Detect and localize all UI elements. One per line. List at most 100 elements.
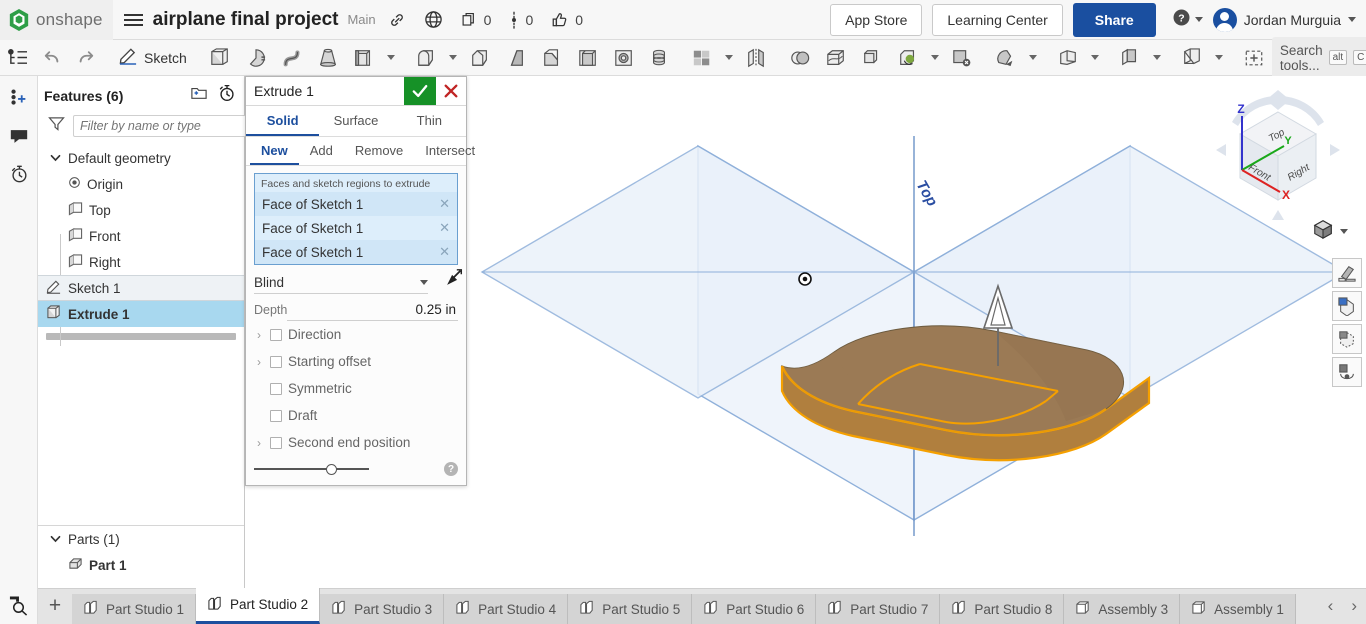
tab-solid[interactable]: Solid <box>246 106 320 136</box>
tree-node-part-1[interactable]: Part 1 <box>38 552 244 578</box>
comments-icon[interactable] <box>4 122 34 150</box>
tree-node-default-geometry[interactable]: Default geometry <box>38 145 244 171</box>
starting-offset-checkbox[interactable] <box>270 355 282 368</box>
chevron-down-icon[interactable] <box>48 154 62 162</box>
chevron-right-icon[interactable]: › <box>254 436 264 450</box>
option-direction[interactable]: › Direction <box>254 321 458 348</box>
extrude-icon[interactable] <box>202 41 238 75</box>
variable-icon[interactable] <box>1236 41 1272 75</box>
sheet-metal-icon[interactable] <box>1112 41 1148 75</box>
symmetric-checkbox[interactable] <box>270 382 282 395</box>
chevron-down-icon[interactable] <box>1152 55 1161 60</box>
rollback-timer-icon[interactable] <box>218 84 236 107</box>
delete-part-icon[interactable] <box>854 41 890 75</box>
remove-x-icon[interactable]: ✕ <box>436 220 453 236</box>
mirror-icon[interactable] <box>738 41 774 75</box>
tab-remove[interactable]: Remove <box>344 137 414 165</box>
help-icon[interactable]: ? <box>444 462 458 476</box>
flip-direction-icon[interactable] <box>446 268 464 291</box>
tab-part-studio-5[interactable]: Part Studio 5 <box>568 594 693 624</box>
tab-part-studio-4[interactable]: Part Studio 4 <box>444 594 569 624</box>
app-store-button[interactable]: App Store <box>830 3 923 36</box>
tree-node-top-plane[interactable]: Top <box>38 197 244 223</box>
chevron-down-icon[interactable] <box>448 55 457 60</box>
selection-list[interactable]: Faces and sketch regions to extrude Face… <box>254 173 458 265</box>
split-icon[interactable] <box>818 41 854 75</box>
link-icon[interactable] <box>388 11 406 29</box>
help-menu[interactable]: ? <box>1172 8 1203 32</box>
search-tools-input[interactable]: Search tools... alt C <box>1271 36 1366 79</box>
slider-knob[interactable] <box>326 464 337 475</box>
chevron-right-icon[interactable]: › <box>254 355 264 369</box>
undo-arrow-icon[interactable] <box>35 41 69 75</box>
cylinder-primitive-icon[interactable] <box>642 41 676 75</box>
measure-cube-icon[interactable] <box>1332 291 1362 321</box>
sweep-icon[interactable] <box>274 41 310 75</box>
rib-icon[interactable] <box>534 41 570 75</box>
tree-node-origin[interactable]: Origin <box>38 171 244 197</box>
chevron-left-icon[interactable]: ‹ <box>1319 596 1343 616</box>
chevron-down-icon[interactable] <box>48 535 62 543</box>
history-icon[interactable] <box>4 160 34 188</box>
chevron-down-icon[interactable] <box>1028 55 1037 60</box>
tab-assembly-3[interactable]: Assembly 3 <box>1064 594 1181 624</box>
boolean-icon[interactable] <box>782 41 818 75</box>
fillet-icon[interactable] <box>408 41 444 75</box>
second-end-position-checkbox[interactable] <box>270 436 282 449</box>
tab-part-studio-2[interactable]: Part Studio 2 <box>196 588 321 624</box>
draft-checkbox[interactable] <box>270 409 282 422</box>
section-view-icon[interactable] <box>1332 324 1362 354</box>
copies-stat[interactable]: 0 <box>461 11 491 28</box>
thicken-icon[interactable] <box>346 41 382 75</box>
tab-part-studio-6[interactable]: Part Studio 6 <box>692 594 817 624</box>
chamfer-icon[interactable] <box>462 41 498 75</box>
globe-icon[interactable] <box>424 10 443 29</box>
selection-item[interactable]: Face of Sketch 1 ✕ <box>255 216 457 240</box>
confirm-button[interactable] <box>404 77 436 105</box>
tab-part-studio-8[interactable]: Part Studio 8 <box>940 594 1065 624</box>
revolve-icon[interactable] <box>238 41 274 75</box>
replace-face-icon[interactable] <box>1050 41 1086 75</box>
move-face-icon[interactable] <box>988 41 1024 75</box>
chevron-down-icon[interactable] <box>1214 55 1223 60</box>
shell-icon[interactable] <box>570 41 606 75</box>
chevron-down-icon[interactable] <box>386 55 395 60</box>
render-icon[interactable] <box>1332 258 1362 288</box>
remove-x-icon[interactable]: ✕ <box>436 244 453 260</box>
chevron-down-icon[interactable] <box>724 55 733 60</box>
option-symmetric[interactable]: Symmetric <box>254 375 458 402</box>
share-button[interactable]: Share <box>1072 2 1156 37</box>
option-second-end-position[interactable]: › Second end position <box>254 429 458 456</box>
new-folder-icon[interactable] <box>190 85 208 106</box>
tab-surface[interactable]: Surface <box>319 106 392 136</box>
brand[interactable]: onshape <box>0 0 113 40</box>
user-menu[interactable]: Jordan Murguia <box>1212 7 1356 32</box>
feature-filter-input[interactable] <box>73 115 250 137</box>
draft-icon[interactable] <box>498 41 534 75</box>
redo-arrow-icon[interactable] <box>69 41 103 75</box>
versions-stat[interactable]: 0 <box>509 11 533 29</box>
direction-checkbox[interactable] <box>270 328 282 341</box>
selection-item[interactable]: Face of Sketch 1 ✕ <box>255 192 457 216</box>
tree-node-right-plane[interactable]: Right <box>38 249 244 275</box>
add-collaborator-icon[interactable] <box>4 84 34 112</box>
chevron-down-icon[interactable] <box>1090 55 1099 60</box>
hamburger-menu-icon[interactable] <box>119 13 149 26</box>
mass-properties-icon[interactable] <box>1332 357 1362 387</box>
tree-node-parts[interactable]: Parts (1) <box>38 526 244 552</box>
feature-tree-scrollbar[interactable] <box>46 333 236 340</box>
depth-field-row[interactable]: Depth 0.25 in <box>254 302 458 321</box>
pattern-icon[interactable] <box>684 41 720 75</box>
option-starting-offset[interactable]: › Starting offset <box>254 348 458 375</box>
opacity-slider[interactable] <box>254 462 369 476</box>
selection-item[interactable]: Face of Sketch 1 ✕ <box>255 240 457 264</box>
tree-node-sketch-1[interactable]: Sketch 1 <box>38 275 244 301</box>
hole-icon[interactable] <box>606 41 642 75</box>
loft-icon[interactable] <box>310 41 346 75</box>
add-tab-button[interactable]: + <box>38 588 72 624</box>
tab-add[interactable]: Add <box>299 137 344 165</box>
tree-node-front-plane[interactable]: Front <box>38 223 244 249</box>
chevron-right-icon[interactable]: › <box>1342 596 1366 616</box>
tab-new[interactable]: New <box>250 137 299 165</box>
chevron-down-icon[interactable] <box>930 55 939 60</box>
